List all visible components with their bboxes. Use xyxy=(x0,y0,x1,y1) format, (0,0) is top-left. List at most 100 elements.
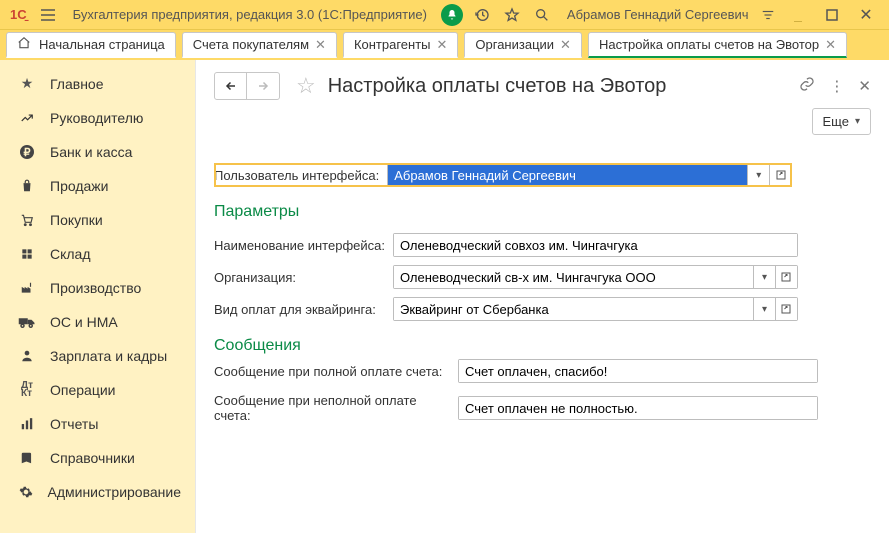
sidebar-item-label: ОС и НМА xyxy=(50,314,118,330)
sidebar-item-payroll[interactable]: Зарплата и кадры xyxy=(0,339,195,373)
tab-contragents-label: Контрагенты xyxy=(354,37,431,52)
org-label: Организация: xyxy=(214,265,393,289)
tab-invoices[interactable]: Счета покупателям ✕ xyxy=(182,32,337,58)
name-label: Наименование интерфейса: xyxy=(214,233,393,257)
sidebar-item-label: Администрирование xyxy=(48,484,182,500)
tab-close-icon[interactable]: ✕ xyxy=(437,37,448,53)
sidebar-item-assets[interactable]: ОС и НМА xyxy=(0,305,195,339)
more-label: Еще xyxy=(823,114,849,129)
main-panel: ☆ Настройка оплаты счетов на Эвотор ⋮ ✕ … xyxy=(196,60,889,533)
tab-organizations-label: Организации xyxy=(475,37,554,52)
history-icon[interactable] xyxy=(471,4,493,26)
link-icon[interactable] xyxy=(799,76,815,96)
tab-contragents[interactable]: Контрагенты ✕ xyxy=(343,32,458,58)
bell-icon[interactable] xyxy=(441,4,463,26)
sidebar-item-operations[interactable]: ДтКт Операции xyxy=(0,373,195,407)
sidebar-item-label: Главное xyxy=(50,76,104,92)
sidebar-item-label: Зарплата и кадры xyxy=(50,348,167,364)
tab-invoices-label: Счета покупателям xyxy=(193,37,309,52)
tab-home[interactable]: Начальная страница xyxy=(6,32,176,58)
search-icon[interactable] xyxy=(531,4,553,26)
sidebar: ★ Главное Руководителю ₽ Банк и касса Пр… xyxy=(0,60,196,533)
dropdown-icon[interactable]: ▾ xyxy=(753,266,775,288)
user-label: Пользователь интерфейса: xyxy=(214,163,387,187)
favorites-icon[interactable] xyxy=(501,4,523,26)
sidebar-item-reports[interactable]: Отчеты xyxy=(0,407,195,441)
sidebar-item-admin[interactable]: Администрирование xyxy=(0,475,195,509)
titlebar: 1С̱ Бухгалтерия предприятия, редакция 3.… xyxy=(0,0,889,30)
page-title: Настройка оплаты счетов на Эвотор xyxy=(328,75,667,98)
sidebar-item-label: Руководителю xyxy=(50,110,143,126)
sidebar-item-manager[interactable]: Руководителю xyxy=(0,101,195,135)
gear-icon xyxy=(18,485,34,499)
sidebar-item-sales[interactable]: Продажи xyxy=(0,169,195,203)
messages-header: Сообщения xyxy=(214,337,871,355)
sidebar-item-label: Справочники xyxy=(50,450,135,466)
caret-down-icon: ▾ xyxy=(855,116,860,127)
nav-back-button[interactable] xyxy=(215,73,247,99)
tab-close-icon[interactable]: ✕ xyxy=(825,37,836,53)
app-title: Бухгалтерия предприятия, редакция 3.0 (1… xyxy=(73,7,427,22)
factory-icon xyxy=(18,281,36,295)
nav-forward-button[interactable] xyxy=(247,73,279,99)
dropdown-icon[interactable]: ▾ xyxy=(753,298,775,320)
tab-close-icon[interactable]: ✕ xyxy=(560,37,571,53)
kebab-icon[interactable]: ⋮ xyxy=(829,77,844,95)
tab-evotor-settings[interactable]: Настройка оплаты счетов на Эвотор ✕ xyxy=(588,32,847,58)
sidebar-item-purchases[interactable]: Покупки xyxy=(0,203,195,237)
favorite-star-icon[interactable]: ☆ xyxy=(296,73,316,99)
page-close-icon[interactable]: ✕ xyxy=(858,77,871,95)
logo-1c: 1С̱ xyxy=(6,7,31,22)
sidebar-item-label: Склад xyxy=(50,246,91,262)
sidebar-item-label: Операции xyxy=(50,382,116,398)
user-input-wrap: ▾ xyxy=(387,163,792,187)
sidebar-item-warehouse[interactable]: Склад xyxy=(0,237,195,271)
dropdown-icon[interactable]: ▾ xyxy=(747,164,769,186)
msg2-input[interactable] xyxy=(459,397,817,419)
open-ref-icon[interactable] xyxy=(769,164,791,186)
star-icon: ★ xyxy=(18,75,36,92)
tab-organizations[interactable]: Организации ✕ xyxy=(464,32,582,58)
cart-icon xyxy=(18,213,36,227)
current-user[interactable]: Абрамов Геннадий Сергеевич xyxy=(567,7,749,22)
truck-icon xyxy=(18,316,36,328)
sidebar-item-main[interactable]: ★ Главное xyxy=(0,66,195,101)
debit-credit-icon: ДтКт xyxy=(18,382,36,398)
bar-chart-icon xyxy=(18,417,36,431)
boxes-icon xyxy=(18,247,36,261)
pay-label: Вид оплат для эквайринга: xyxy=(214,297,393,321)
msg2-label: Сообщение при неполной оплате счета: xyxy=(214,393,452,423)
more-button[interactable]: Еще ▾ xyxy=(812,108,871,135)
settings-lines-icon[interactable] xyxy=(757,4,779,26)
book-icon xyxy=(18,451,36,465)
nav-buttons xyxy=(214,72,280,100)
sidebar-item-label: Продажи xyxy=(50,178,108,194)
svg-text:₽: ₽ xyxy=(24,147,31,159)
tabstrip: Начальная страница Счета покупателям ✕ К… xyxy=(0,30,889,60)
minimize-button[interactable]: _ xyxy=(787,4,809,26)
home-icon xyxy=(17,36,31,53)
msg1-input[interactable] xyxy=(459,360,817,382)
sidebar-item-bank[interactable]: ₽ Банк и касса xyxy=(0,135,195,169)
name-input[interactable] xyxy=(394,234,797,256)
ruble-icon: ₽ xyxy=(18,144,36,160)
open-ref-icon[interactable] xyxy=(775,266,797,288)
sidebar-item-label: Покупки xyxy=(50,212,103,228)
tab-home-label: Начальная страница xyxy=(39,37,165,52)
menu-icon[interactable] xyxy=(37,4,59,26)
maximize-button[interactable] xyxy=(821,4,843,26)
org-input[interactable] xyxy=(394,266,753,288)
window-close-button[interactable]: ✕ xyxy=(855,4,877,26)
sidebar-item-label: Отчеты xyxy=(50,416,98,432)
tab-close-icon[interactable]: ✕ xyxy=(315,37,326,53)
sidebar-item-label: Банк и касса xyxy=(50,144,132,160)
open-ref-icon[interactable] xyxy=(775,298,797,320)
bag-icon xyxy=(18,179,36,193)
sidebar-item-production[interactable]: Производство xyxy=(0,271,195,305)
pay-input[interactable] xyxy=(394,298,753,320)
user-input[interactable] xyxy=(388,164,747,186)
chart-up-icon xyxy=(18,111,36,125)
msg1-label: Сообщение при полной оплате счета: xyxy=(214,364,452,379)
sidebar-item-catalogs[interactable]: Справочники xyxy=(0,441,195,475)
sidebar-item-label: Производство xyxy=(50,280,141,296)
